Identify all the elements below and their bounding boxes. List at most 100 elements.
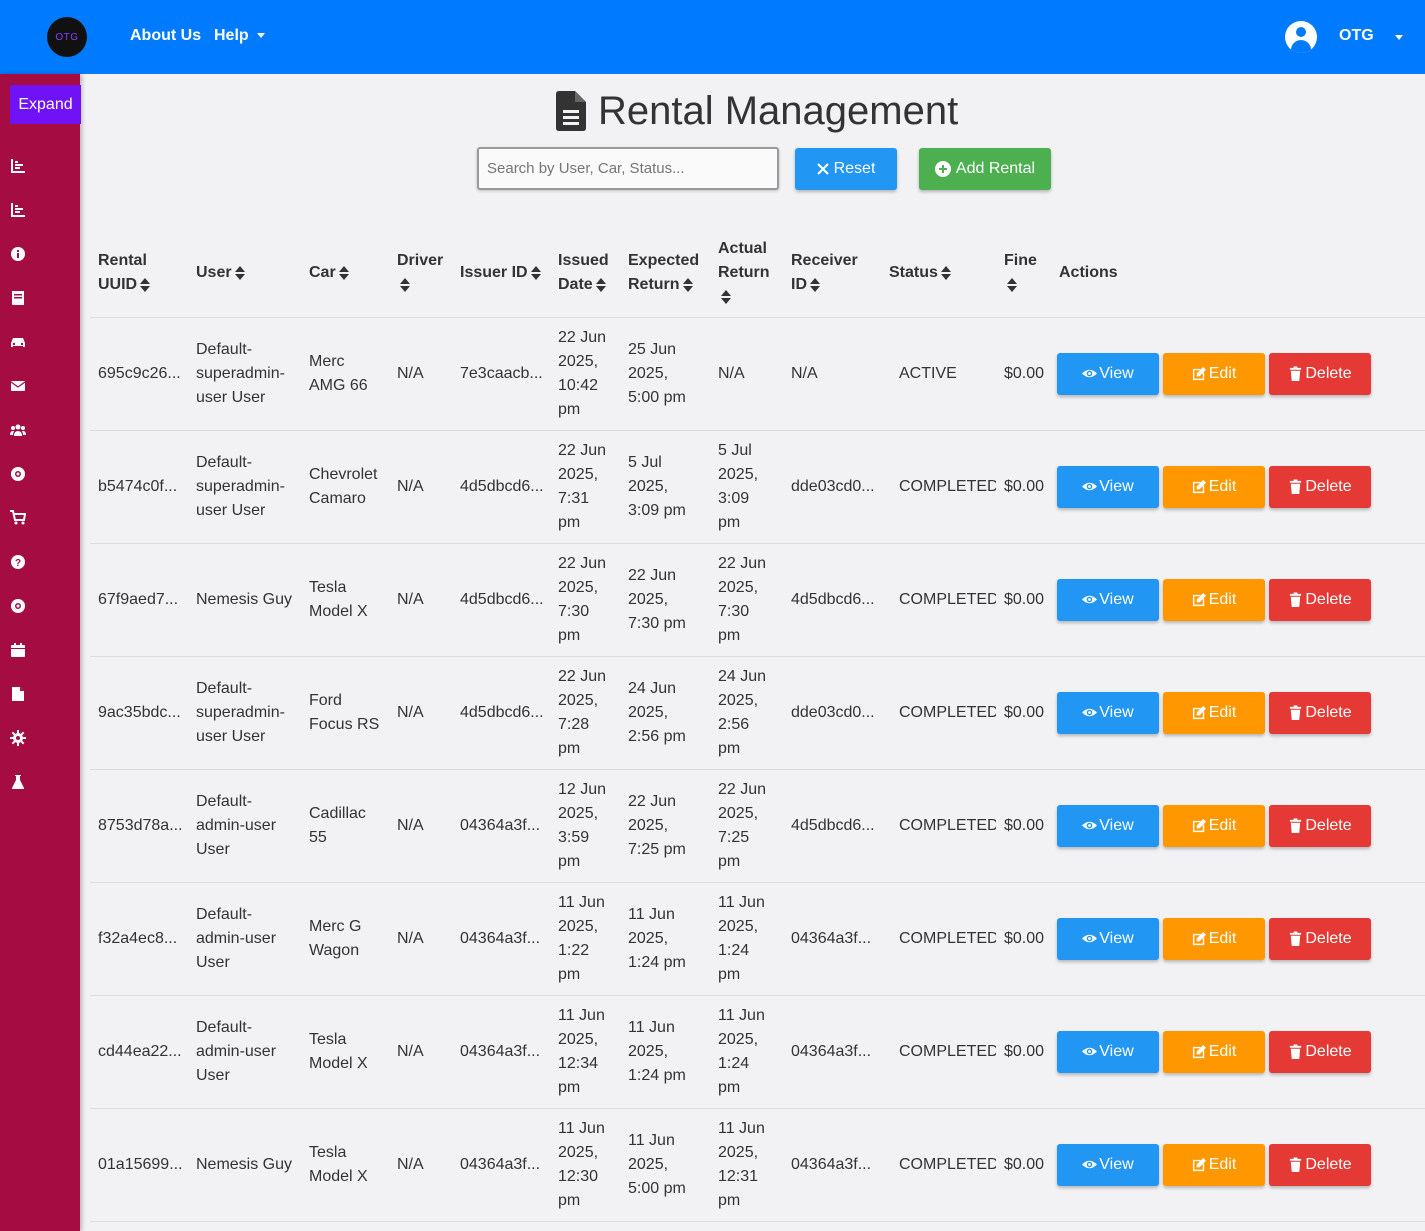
view-button[interactable]: View [1057,352,1159,395]
delete-button[interactable]: Delete [1269,465,1371,508]
delete-button-label: Delete [1305,929,1352,947]
edit-button[interactable]: Edit [1163,1143,1265,1186]
sort-icon[interactable] [338,265,349,280]
edit-button[interactable]: Edit [1163,804,1265,847]
info-icon[interactable] [10,246,26,262]
sort-icon[interactable] [234,265,245,280]
delete-button[interactable]: Delete [1269,1030,1371,1073]
delete-button[interactable]: Delete [1269,1143,1371,1186]
edit-button[interactable]: Edit [1163,578,1265,621]
expected-return-cell: 5 Jul 2025, 3:09 pm [620,430,710,544]
edit-button[interactable]: Edit [1163,691,1265,734]
view-button[interactable]: View [1057,465,1159,508]
view-button[interactable]: View [1057,917,1159,960]
sidebar: Expand ? [0,74,81,1231]
car-cell: Ford Focus RS [301,656,389,770]
file-icon[interactable] [10,686,26,702]
sort-icon[interactable] [940,265,951,280]
user-cell: Default-admin-user User [188,995,301,1109]
fine-cell: $0.00 [996,543,1051,657]
search-input[interactable] [477,147,779,190]
actions-cell: View Edit Delete [1051,769,1425,883]
edit-icon [1192,1044,1209,1059]
sort-icon[interactable] [1007,277,1017,292]
view-button[interactable]: View [1057,1143,1159,1186]
chevron-down-icon[interactable] [1395,35,1403,40]
user-cell: Default-admin-user User [188,769,301,883]
view-button[interactable]: View [1057,804,1159,847]
add-rental-button[interactable]: Add Rental [919,148,1051,190]
envelope-icon[interactable] [10,378,26,394]
user-menu-name[interactable]: OTG [1339,27,1374,45]
nav-help-label: Help [214,27,249,44]
table-row: 695c9c26... Default-superadmin-user User M… [90,317,1425,431]
sidebar-expand-button[interactable]: Expand [10,85,81,124]
edit-button[interactable]: Edit [1163,352,1265,395]
cart-icon[interactable] [10,510,27,526]
delete-button[interactable]: Delete [1269,917,1371,960]
sort-icon[interactable] [721,289,731,304]
column-header[interactable]: Receiver ID [783,229,881,318]
edit-button[interactable]: Edit [1163,917,1265,960]
column-header[interactable]: Fine [996,229,1051,318]
view-button[interactable]: View [1057,1030,1159,1073]
rental-uuid-cell: 67f9aed7... [90,543,188,657]
column-header[interactable]: Rental UUID [90,229,188,318]
view-button[interactable]: View [1057,691,1159,734]
column-header[interactable]: Expected Return [620,229,710,318]
car-icon[interactable] [10,334,26,350]
calendar-icon[interactable] [10,642,26,658]
view-button[interactable]: View [1057,578,1159,621]
sort-icon[interactable] [810,277,820,292]
reset-button[interactable]: Reset [795,148,897,190]
life-ring-icon[interactable] [10,466,26,482]
column-header[interactable]: Car [301,229,389,318]
user-avatar-icon[interactable] [1285,21,1317,53]
nav-help-dropdown[interactable]: Help [214,27,265,45]
trash-icon [1288,592,1305,607]
edit-button-label: Edit [1208,1042,1237,1060]
chart-icon[interactable] [10,202,26,218]
driver-cell: N/A [389,656,452,770]
actions-cell: View Edit Delete [1051,995,1425,1109]
receiver-id-cell: dde03cd0... [783,430,881,544]
column-header[interactable]: Status [881,229,996,318]
sort-icon[interactable] [595,277,606,292]
expected-return-cell: 11 Jun 2025, 1:24 pm [620,995,710,1109]
gear-icon[interactable] [10,730,26,746]
sort-icon[interactable] [530,265,541,280]
users-icon[interactable] [10,422,26,438]
column-header[interactable]: Driver [389,229,452,318]
question-icon[interactable]: ? [10,554,26,570]
issued-date-cell: 22 Jun 2025, 7:28 pm [550,656,620,770]
fine-cell: $0.00 [996,769,1051,883]
sort-icon[interactable] [140,277,151,292]
life-ring-icon[interactable] [10,598,26,614]
expected-return-cell: 22 Jun 2025, 7:30 pm [620,543,710,657]
column-header[interactable]: Issued Date [550,229,620,318]
trash-icon [1288,1044,1305,1059]
column-header-label: Driver [397,251,444,269]
car-cell: Merc G Wagon [301,882,389,996]
delete-button[interactable]: Delete [1269,578,1371,621]
rental-uuid-cell: 695c9c26... [90,317,188,431]
chart-icon[interactable] [10,158,26,174]
column-header[interactable]: Issuer ID [452,229,550,318]
sort-icon[interactable] [682,277,693,292]
edit-button[interactable]: Edit [1163,465,1265,508]
edit-button[interactable]: Edit [1163,1030,1265,1073]
delete-button[interactable]: Delete [1269,691,1371,734]
sort-icon[interactable] [400,277,410,292]
table-row: b5474c0f... Default-superadmin-user User C… [90,430,1425,544]
delete-button[interactable]: Delete [1269,352,1371,395]
eye-icon [1082,818,1099,833]
column-header[interactable]: Actual Return [710,229,783,318]
book-icon[interactable] [10,290,26,306]
issued-date-cell: 11 Jun 2025, 12:30 pm [550,1108,620,1222]
delete-button[interactable]: Delete [1269,804,1371,847]
nav-about-link[interactable]: About Us [130,27,201,45]
column-header[interactable]: User [188,229,301,318]
receiver-id-cell: 04364a3f... [783,995,881,1109]
app-logo[interactable]: OTG [47,17,87,57]
flask-icon[interactable] [10,774,26,790]
